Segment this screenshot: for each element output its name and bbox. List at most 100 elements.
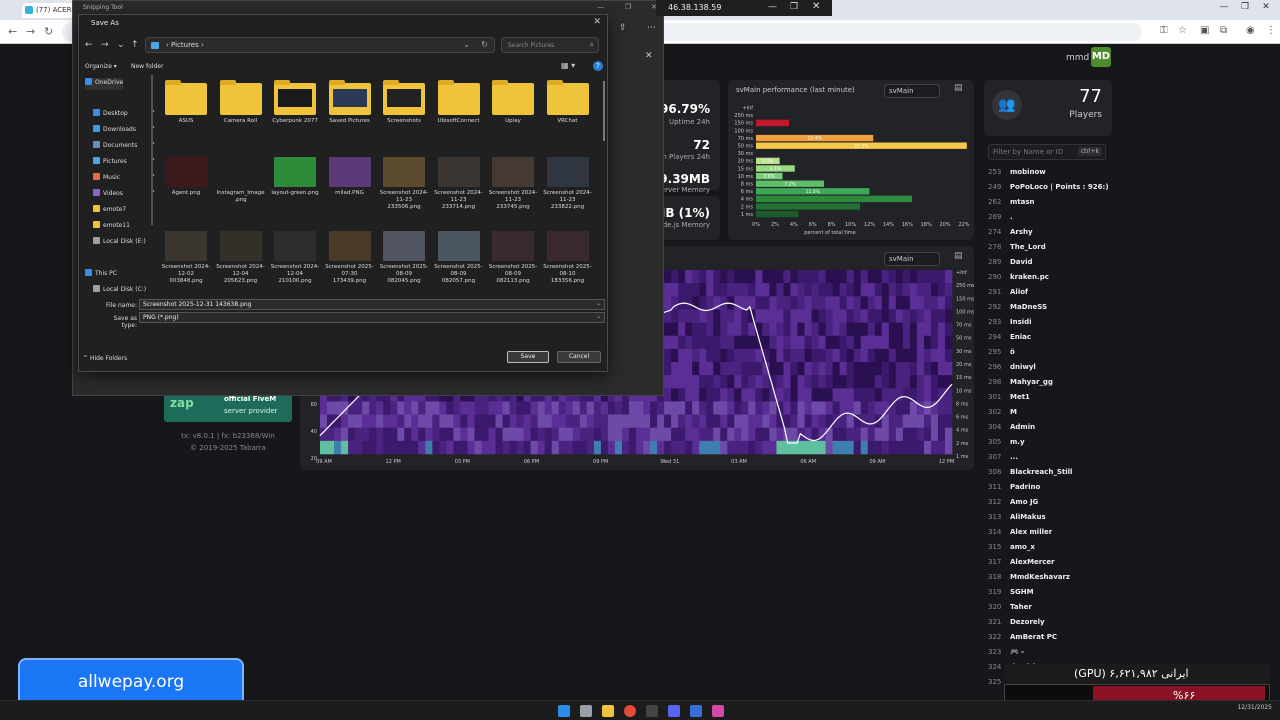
player-row[interactable]: 318 MmdKeshavarz xyxy=(988,569,1108,584)
chrome-icon[interactable] xyxy=(624,705,636,717)
folder-item[interactable]: Uplay xyxy=(488,80,538,125)
file-item[interactable]: Screenshot 2024-11-23 233506.png xyxy=(379,157,429,211)
player-row[interactable]: 301 Met1 xyxy=(988,389,1108,404)
player-row[interactable]: 292 MaDneSS xyxy=(988,299,1108,314)
file-item[interactable]: Screenshot 2024-11-23 233745.png xyxy=(488,157,538,211)
folder-item[interactable]: Cyberpunk 2077 xyxy=(270,80,320,125)
promo-banner[interactable]: allwepay.org xyxy=(18,658,244,706)
player-row[interactable]: 302 M xyxy=(988,404,1108,419)
chevron-down-icon[interactable]: ⌄ xyxy=(596,300,601,307)
path-pictures[interactable]: Pictures xyxy=(171,41,199,49)
close-window-icon[interactable]: ✕ xyxy=(1254,2,1278,12)
file-item[interactable]: Screenshot 2024-12-04 210100.png xyxy=(270,231,320,285)
start-icon[interactable] xyxy=(558,705,570,717)
close-panel-icon[interactable]: ✕ xyxy=(645,51,653,61)
new-folder-button[interactable]: New folder xyxy=(131,63,163,70)
sidebar-scrollbar[interactable] xyxy=(151,75,153,225)
dialog-up-icon[interactable]: ↑ xyxy=(131,40,139,50)
file-item[interactable]: Screenshot 2024-12-02 003848.png xyxy=(161,231,211,285)
snip-maximize-icon[interactable]: ❐ xyxy=(625,3,631,11)
player-filter-input[interactable]: Filter by Name or ID ctrl+k xyxy=(988,144,1106,160)
player-row[interactable]: 253 mobinow xyxy=(988,164,1108,179)
folder-item[interactable]: Saved Pictures xyxy=(325,80,375,125)
player-row[interactable]: 291 Aliof xyxy=(988,284,1108,299)
rdp-close-icon[interactable]: ✕ xyxy=(812,1,820,12)
player-row[interactable]: 322 AmBerat PC xyxy=(988,629,1108,644)
sidebar-item-desktop[interactable]: Desktop ✦ xyxy=(93,109,155,121)
sidebar-item-music[interactable]: Music ✦ xyxy=(93,173,155,185)
file-item[interactable]: milad.PNG xyxy=(325,157,375,197)
perf-bar[interactable] xyxy=(756,195,912,203)
more-icon[interactable]: ⋯ xyxy=(647,23,656,33)
sidebar-item-this-pc[interactable]: This PC xyxy=(85,269,117,281)
player-row[interactable]: 269. xyxy=(988,209,1108,224)
player-row[interactable]: 293 Insidi xyxy=(988,314,1108,329)
player-row[interactable]: 321 Dezorely xyxy=(988,614,1108,629)
sponsor-banner[interactable]: zap official FiveM server provider xyxy=(164,392,292,422)
folder-item[interactable]: Screenshots xyxy=(379,80,429,125)
file-explorer-icon[interactable] xyxy=(602,705,614,717)
player-row[interactable]: 319 SGHM xyxy=(988,584,1108,599)
profile-icon[interactable]: ◉ xyxy=(1246,25,1255,36)
save-type-select[interactable]: PNG (*.png) ⌄ xyxy=(139,312,605,323)
player-row[interactable]: 278 The_Lord xyxy=(988,239,1108,254)
player-row[interactable]: 249 PoPoLoco | Points : 926:) xyxy=(988,179,1108,194)
save-button[interactable]: Save xyxy=(507,351,549,363)
player-row[interactable]: 298 Mahyar_gg xyxy=(988,374,1108,389)
file-item[interactable]: Screenshot 2025-08-10 183356.png xyxy=(543,231,593,285)
file-item[interactable]: Screenshot 2025-08-09 082057.png xyxy=(434,231,484,285)
sidebar-item-pictures[interactable]: Pictures ✦ xyxy=(93,157,155,169)
file-item[interactable]: Screenshot 2025-07-30 173439.png xyxy=(325,231,375,285)
sidebar-item-emote11[interactable]: emote11 xyxy=(93,221,130,233)
key-icon[interactable]: ⚿ xyxy=(1160,25,1168,36)
reload-icon[interactable]: ↻ xyxy=(44,25,53,38)
dialog-history-icon[interactable]: ⌄ xyxy=(117,40,125,50)
file-item[interactable]: Screenshot 2024-11-23 233822.png xyxy=(543,157,593,211)
player-row[interactable]: 304 Admin xyxy=(988,419,1108,434)
app-icon[interactable] xyxy=(646,705,658,717)
rdp-minimize-icon[interactable]: — xyxy=(768,2,777,12)
file-item[interactable]: Screenshot 2025-08-09 082113.png xyxy=(488,231,538,285)
remote-desktop-icon[interactable] xyxy=(690,705,702,717)
sidebar-item-local-disk-e-[interactable]: Local Disk (E:) xyxy=(93,237,146,249)
player-row[interactable]: 294 Eniac xyxy=(988,329,1108,344)
player-row[interactable]: 312 Amo JG xyxy=(988,494,1108,509)
snip-minimize-icon[interactable]: — xyxy=(597,3,604,11)
avatar[interactable]: MD xyxy=(1091,47,1111,67)
dialog-search-input[interactable]: Search Pictures ⌕ xyxy=(501,37,599,53)
sidebar-item-emote7[interactable]: emote7 xyxy=(93,205,126,217)
file-grid-scrollbar[interactable] xyxy=(603,81,605,141)
sidebar-item-documents[interactable]: Documents ✦ xyxy=(93,141,155,153)
file-item[interactable]: Screenshot 2024-12-04 205623.png xyxy=(216,231,266,285)
dialog-back-icon[interactable]: ← xyxy=(85,40,93,50)
chevron-down-icon[interactable]: ⌄ xyxy=(596,313,601,320)
snipping-tool-icon[interactable] xyxy=(712,705,724,717)
folder-item[interactable]: VRChat xyxy=(543,80,593,125)
star-icon[interactable]: ☆ xyxy=(1178,25,1187,36)
player-row[interactable]: 313 AliMakus xyxy=(988,509,1108,524)
file-name-input[interactable]: Screenshot 2025-12-31 143638.png ⌄ xyxy=(139,299,605,310)
player-row[interactable]: 289 David xyxy=(988,254,1108,269)
player-row[interactable]: 320 Taher xyxy=(988,599,1108,614)
folder-item[interactable]: Camera Roll xyxy=(216,80,266,125)
file-item[interactable]: Instagram_Image .png xyxy=(216,157,266,204)
player-row[interactable]: 296 dniwyl xyxy=(988,359,1108,374)
player-row[interactable]: 274 Arshy xyxy=(988,224,1108,239)
file-item[interactable]: Screenshot 2025-08-09 082045.png xyxy=(379,231,429,285)
organize-button[interactable]: Organize ▾ xyxy=(85,63,117,70)
discord-icon[interactable] xyxy=(668,705,680,717)
file-item[interactable]: layout-green.png xyxy=(270,157,320,197)
rdp-restore-icon[interactable]: ❐ xyxy=(790,2,798,12)
file-item[interactable]: Agent.png xyxy=(161,157,211,197)
extension-icon[interactable]: ▣ xyxy=(1200,25,1209,36)
chevron-down-icon[interactable]: ⌄ xyxy=(463,40,470,49)
dialog-address-bar[interactable]: › Pictures › ⌄ ↻ xyxy=(145,37,495,53)
hide-folders-toggle[interactable]: ^ Hide Folders xyxy=(83,355,127,362)
view-options-icon[interactable]: ▦ ▾ xyxy=(561,61,575,70)
dialog-forward-icon[interactable]: → xyxy=(101,40,109,50)
refresh-icon[interactable]: ↻ xyxy=(481,40,488,49)
cancel-button[interactable]: Cancel xyxy=(557,351,601,363)
player-row[interactable]: 315 amo_x xyxy=(988,539,1108,554)
folder-item[interactable]: ASUS xyxy=(161,80,211,125)
sidebar-item-onedrive[interactable]: OneDrive xyxy=(85,78,124,90)
